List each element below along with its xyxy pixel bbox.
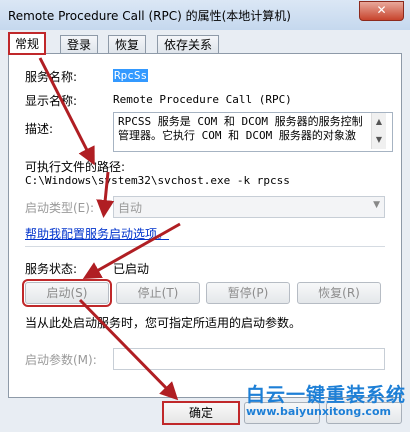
watermark-url: www.baiyunxitong.com [246,405,391,418]
tab-general[interactable]: 常规 [8,32,47,55]
tab-logon[interactable]: 登录 [60,35,99,54]
ok-button[interactable]: 确定 [162,401,240,425]
scroll-up-icon[interactable]: ▲ [372,113,386,131]
service-name-label: 服务名称: [25,70,78,84]
close-button[interactable]: ✕ [359,1,404,21]
description-box[interactable]: RPCSS 服务是 COM 和 DCOM 服务器的服务控制 管理器。它执行 CO… [113,112,393,152]
chevron-down-icon: ▼ [373,200,380,210]
window-title: Remote Procedure Call (RPC) 的属性(本地计算机) [8,9,291,23]
description-line-1: RPCSS 服务是 COM 和 DCOM 服务器的服务控制 [118,115,363,128]
watermark-brand: 白云一键重装系统 [246,384,407,406]
divider [25,246,385,247]
display-name-value: Remote Procedure Call (RPC) [113,93,292,106]
close-icon: ✕ [376,3,387,17]
start-params-label: 启动参数(M): [25,353,97,367]
general-tab-panel: 服务名称: RpcSs 显示名称: Remote Procedure Call … [8,53,402,398]
service-status-value: 已启动 [113,262,150,276]
stop-button[interactable]: 停止(T) [116,282,200,304]
service-name-value[interactable]: RpcSs [113,69,149,82]
pause-button[interactable]: 暂停(P) [206,282,290,304]
exe-path-label: 可执行文件的路径: [25,160,126,174]
startup-type-select[interactable]: 自动 ▼ [113,196,385,218]
startup-type-value: 自动 [118,201,143,215]
exe-path-value: C:\Windows\system32\svchost.exe -k rpcss [25,174,290,187]
help-configure-link[interactable]: 帮助我配置服务启动选项。 [25,225,169,242]
description-label: 描述: [25,122,54,136]
title-bar: Remote Procedure Call (RPC) 的属性(本地计算机) ✕ [0,0,410,30]
service-status-label: 服务状态: [25,262,78,276]
display-name-label: 显示名称: [25,94,78,108]
start-button[interactable]: 启动(S) [22,279,112,307]
scroll-down-icon[interactable]: ▼ [372,131,386,149]
startup-type-label: 启动类型(E): [25,201,94,215]
tab-recovery[interactable]: 恢复 [108,35,147,54]
watermark: 白云一键重装系统 www.baiyunxitong.com [246,380,406,418]
start-hint-text: 当从此处启动服务时，您可指定所适用的启动参数。 [25,316,302,330]
description-line-2: 管理器。它执行 COM 和 DCOM 服务器的对象激 [118,129,356,142]
start-params-input[interactable] [113,348,385,370]
description-scrollbar[interactable]: ▲ ▼ [371,113,386,149]
resume-button[interactable]: 恢复(R) [297,282,381,304]
tab-strip: 常规 登录 恢复 依存关系 [8,32,402,55]
tab-dependencies[interactable]: 依存关系 [157,35,220,54]
